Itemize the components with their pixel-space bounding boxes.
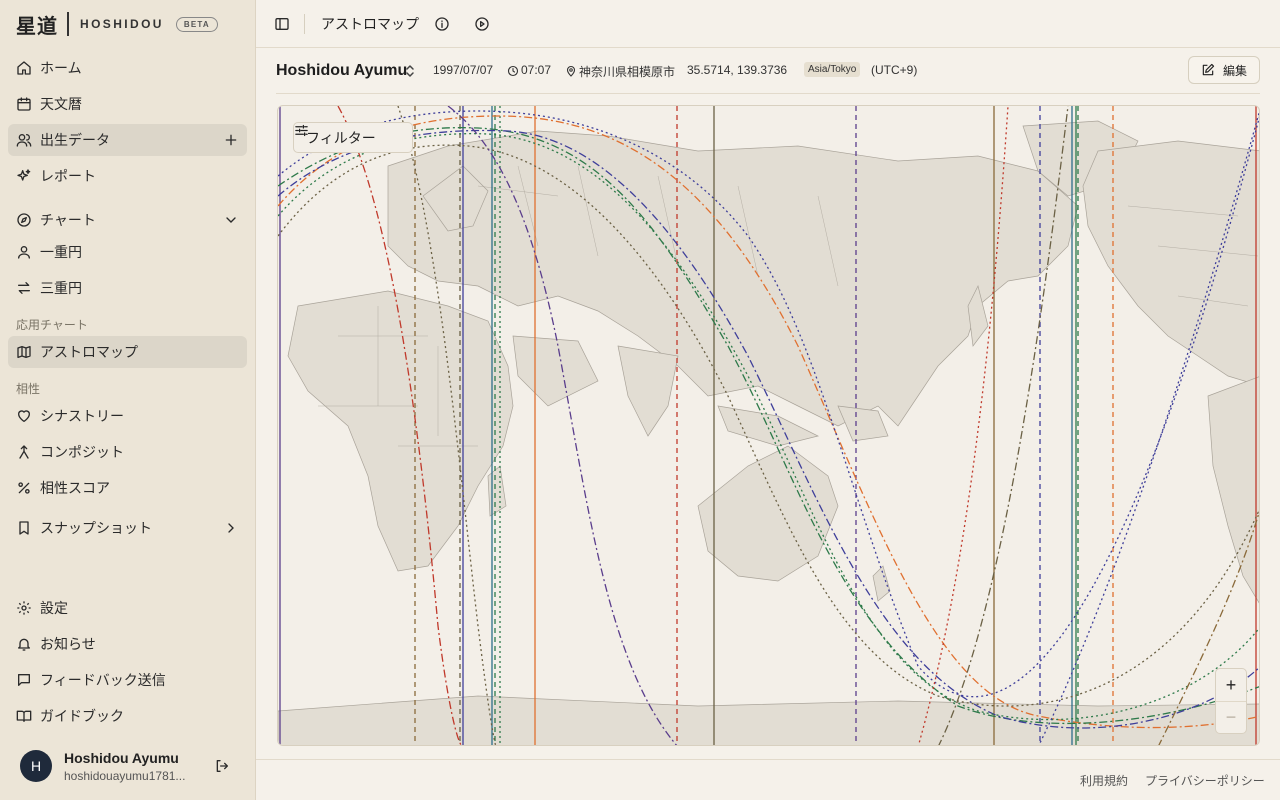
sidebar-item-compat-score[interactable]: 相性スコア (8, 472, 247, 504)
brand-name: HOSHIDOU (80, 17, 164, 31)
page-title: アストロマップ (321, 16, 419, 32)
map-icon (16, 344, 32, 360)
birth-time: 07:07 (521, 63, 552, 77)
heart-icon (16, 408, 32, 424)
sidebar-item-notifications[interactable]: お知らせ (8, 628, 247, 660)
sidebar-item-feedback[interactable]: フィードバック送信 (8, 664, 247, 696)
sidebar-item-astromap[interactable]: アストロマップ (8, 336, 247, 368)
footer: 利用規約 プライバシーポリシー (256, 759, 1280, 800)
birth-coordinates: 35.5714, 139.3736 (687, 63, 788, 77)
user-name: Hoshidou Ayumu (64, 750, 179, 766)
terms-link[interactable]: 利用規約 (1080, 772, 1128, 789)
utc-offset: (UTC+9) (871, 63, 918, 77)
sidebar: 星道 HOSHIDOU BETA ホーム 天文暦 出生データ レポート チャート… (0, 0, 256, 800)
add-birth-data-icon[interactable] (223, 132, 239, 148)
section-label-compat: 相性 (16, 382, 41, 396)
clock-icon (507, 64, 519, 77)
sidebar-item-birth-data[interactable]: 出生データ (8, 124, 247, 156)
zoom-in-button[interactable]: + (1216, 669, 1246, 701)
sparkles-icon (16, 168, 32, 184)
sliders-icon (295, 124, 308, 137)
arrows-swap-icon (16, 280, 32, 296)
astro-map[interactable]: フィルター + − (277, 105, 1260, 746)
logout-icon[interactable] (214, 758, 230, 774)
sidebar-item-label: コンポジット (40, 444, 124, 460)
section-label-applied: 応用チャート (16, 318, 88, 332)
sidebar-item-label: レポート (40, 168, 96, 184)
beta-badge: BETA (175, 16, 218, 32)
brand-kanji: 星道 (16, 13, 58, 38)
sidebar-item-single-chart[interactable]: 一重円 (8, 236, 247, 268)
gear-icon (16, 600, 32, 616)
sidebar-item-label: 出生データ (40, 132, 110, 148)
filter-button[interactable]: フィルター (293, 122, 413, 153)
sidebar-item-label: スナップショット (40, 520, 152, 536)
sidebar-item-label: アストロマップ (40, 344, 138, 360)
subject-name[interactable]: Hoshidou Ayumu (276, 62, 407, 80)
divider (304, 14, 305, 34)
brand-divider (67, 12, 69, 36)
chevron-up-down-icon[interactable] (404, 64, 416, 78)
divider (276, 93, 1260, 94)
avatar: H (20, 750, 52, 782)
sidebar-item-label: フィードバック送信 (40, 672, 166, 688)
sidebar-item-label: お知らせ (40, 636, 96, 652)
sidebar-item-synastry[interactable]: シナストリー (8, 400, 247, 432)
privacy-link[interactable]: プライバシーポリシー (1145, 772, 1265, 789)
chat-icon (16, 672, 32, 688)
book-icon (16, 708, 32, 724)
sidebar-item-label: シナストリー (40, 408, 124, 424)
zoom-out-button[interactable]: − (1216, 701, 1246, 733)
edit-icon (1202, 63, 1215, 76)
merge-icon (16, 444, 32, 460)
user-email: hoshidouayumu1781... (64, 769, 186, 783)
zoom-control: + − (1215, 668, 1247, 734)
timezone-badge: Asia/Tokyo (804, 62, 861, 77)
sidebar-item-ephemeris[interactable]: 天文暦 (8, 88, 247, 120)
bell-icon (16, 636, 32, 652)
birth-place: 神奈川県相模原市 (579, 65, 676, 79)
sidebar-item-label: 設定 (40, 600, 68, 616)
edit-button[interactable]: 編集 (1188, 56, 1260, 84)
sidebar-item-label: チャート (40, 212, 96, 228)
filter-label: フィルター (306, 129, 376, 146)
sidebar-item-label: ホーム (40, 60, 82, 76)
sidebar-group-chart[interactable]: チャート (8, 204, 247, 236)
sidebar-item-report[interactable]: レポート (8, 160, 247, 192)
compass-icon (16, 212, 32, 228)
percent-icon (16, 480, 32, 496)
brand-logo[interactable]: 星道 HOSHIDOU BETA (16, 10, 218, 38)
sidebar-item-guidebook[interactable]: ガイドブック (8, 700, 247, 732)
chevron-down-icon (223, 212, 239, 228)
sidebar-toggle-icon[interactable] (274, 16, 290, 32)
sidebar-item-home[interactable]: ホーム (8, 52, 247, 84)
sidebar-item-label: 天文暦 (40, 96, 82, 112)
chevron-right-icon (223, 520, 239, 536)
home-icon (16, 60, 32, 76)
sidebar-item-label: 一重円 (40, 244, 82, 260)
calendar-icon (16, 96, 32, 112)
birth-date: 1997/07/07 (433, 63, 494, 77)
sidebar-item-label: ガイドブック (40, 708, 124, 724)
bookmark-icon (16, 520, 32, 536)
user-profile[interactable]: H Hoshidou Ayumu hoshidouayumu1781... (20, 748, 240, 788)
world-map[interactable] (278, 106, 1260, 746)
sidebar-item-label: 相性スコア (40, 480, 110, 496)
sidebar-item-triple-chart[interactable]: 三重円 (8, 272, 247, 304)
subject-header: Hoshidou Ayumu 1997/07/07 07:07 神奈川県相模原市… (276, 56, 1260, 88)
user-icon (16, 244, 32, 260)
info-icon[interactable] (434, 16, 450, 32)
sidebar-item-settings[interactable]: 設定 (8, 592, 247, 624)
sidebar-item-snapshot[interactable]: スナップショット (8, 512, 247, 544)
play-icon[interactable] (474, 16, 490, 32)
top-bar: アストロマップ (256, 0, 1280, 48)
sidebar-item-composite[interactable]: コンポジット (8, 436, 247, 468)
users-icon (16, 132, 32, 148)
location-pin-icon (565, 64, 577, 77)
edit-label: 編集 (1222, 63, 1247, 78)
sidebar-item-label: 三重円 (40, 280, 82, 296)
